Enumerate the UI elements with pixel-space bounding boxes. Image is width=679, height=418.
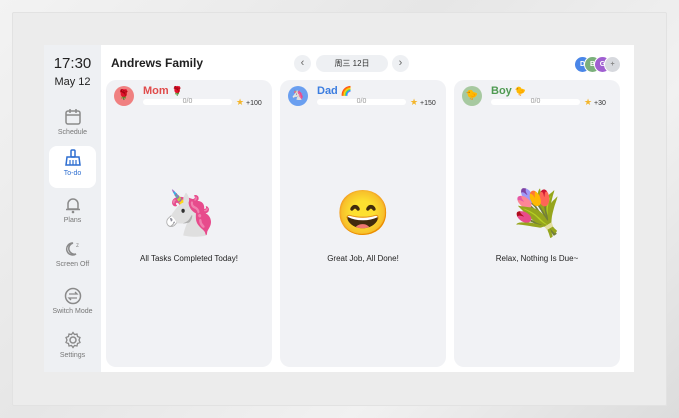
points-value: +100 (246, 100, 262, 107)
sidebar-item-label: Settings (59, 352, 86, 359)
svg-text:z: z (76, 243, 79, 249)
gear-icon (64, 331, 81, 349)
celebration-emoji: 🦄 (161, 189, 217, 238)
member-card-mom[interactable]: 🌹 Mom 🌹 0/0 ★ +100 🦄 All Tasks Completed… (106, 80, 272, 367)
sidebar-item-schedule[interactable]: Schedule (49, 105, 96, 147)
prev-day-button[interactable]: ‹ (294, 55, 311, 72)
member-name-text: Mom (143, 85, 169, 97)
member-name-text: Dad (317, 85, 338, 97)
progress-text: 0/0 (356, 98, 367, 105)
sidebar-item-label: To-do (63, 170, 82, 177)
status-message: All Tasks Completed Today! (140, 254, 238, 263)
progress-text: 0/0 (530, 98, 541, 105)
member-name-emoji: 🌹 (171, 86, 183, 96)
celebration-emoji: 💐 (509, 189, 565, 238)
date-selector[interactable]: 周三 12日 (316, 55, 388, 72)
chevron-left-icon: ‹ (300, 57, 305, 69)
broom-icon (64, 149, 81, 166)
points-badge: ★ +150 (410, 97, 436, 108)
sidebar-item-switch-mode[interactable]: Switch Mode (49, 284, 96, 326)
sidebar-item-label: Schedule (57, 129, 88, 136)
points-value: +150 (420, 100, 436, 107)
member-name-text: Boy (491, 85, 512, 97)
clock-time: 17:30 (53, 55, 92, 72)
page-title: Andrews Family (111, 56, 204, 70)
avatar: 🦄 (288, 86, 308, 106)
avatar: 🌹 (114, 86, 134, 106)
status-message: Relax, Nothing Is Due~ (495, 254, 579, 263)
member-card-dad[interactable]: 🦄 Dad 🌈 0/0 ★ +150 😄 Great Job, All Done… (280, 80, 446, 367)
member-name: Dad 🌈 (317, 85, 352, 97)
clock-date: May 12 (54, 76, 91, 88)
celebration-emoji: 😄 (335, 189, 391, 238)
sidebar-item-screen-off[interactable]: z Screen Off (49, 237, 96, 279)
member-card-boy[interactable]: 🐤 Boy 🐤 0/0 ★ +30 💐 Relax, Nothing Is Du… (454, 80, 620, 367)
points-badge: ★ +100 (236, 97, 262, 108)
avatar: 🐤 (462, 86, 482, 106)
switch-icon (64, 287, 81, 305)
sidebar-item-todo[interactable]: To-do (49, 146, 96, 188)
moon-icon: z (65, 242, 79, 256)
member-name-emoji: 🐤 (514, 86, 527, 96)
app-screen: 17:30 May 12 Schedule To-do Plans z Scre… (44, 45, 634, 372)
star-icon: ★ (236, 97, 245, 107)
points-value: +30 (594, 100, 606, 107)
next-day-button[interactable]: › (392, 55, 409, 72)
bell-icon (65, 198, 80, 214)
member-name: Boy 🐤 (491, 85, 526, 97)
add-member-button[interactable]: + (604, 56, 621, 73)
member-name-emoji: 🌈 (340, 86, 353, 96)
chevron-right-icon: › (398, 57, 403, 69)
sidebar-item-label: Plans (63, 217, 82, 224)
points-badge: ★ +30 (584, 97, 606, 108)
status-message: Great Job, All Done! (327, 254, 399, 263)
sidebar-item-label: Switch Mode (52, 308, 93, 315)
sidebar-item-plans[interactable]: Plans (49, 193, 96, 235)
progress-text: 0/0 (182, 98, 193, 105)
member-name: Mom 🌹 (143, 85, 183, 97)
sidebar-item-label: Screen Off (55, 261, 90, 268)
star-icon: ★ (584, 97, 593, 107)
star-icon: ★ (410, 97, 419, 107)
sidebar-item-settings[interactable]: Settings (49, 328, 96, 370)
sidebar: 17:30 May 12 Schedule To-do Plans z Scre… (44, 45, 101, 372)
calendar-icon (64, 109, 81, 125)
